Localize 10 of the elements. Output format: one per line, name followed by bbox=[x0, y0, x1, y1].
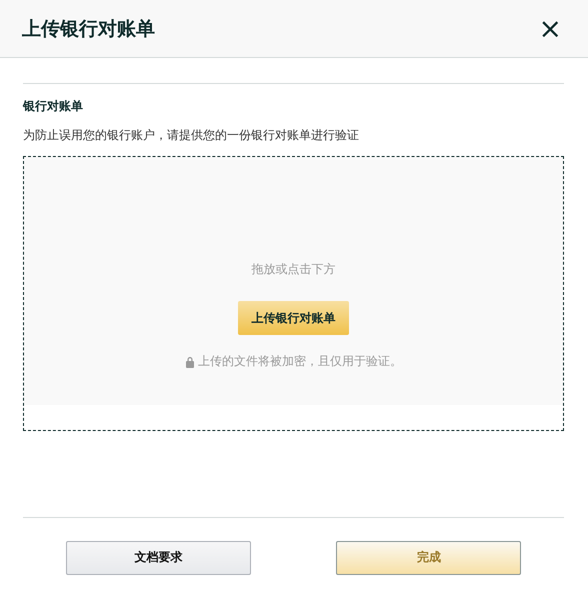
dialog-title: 上传银行对账单 bbox=[22, 16, 155, 42]
requirements-button[interactable]: 文档要求 bbox=[66, 540, 251, 574]
section-description: 为防止误用您的银行账户，请提供您的一份银行对账单进行验证 bbox=[23, 127, 360, 144]
encryption-note: 上传的文件将被加密，且仅用于验证。 bbox=[198, 353, 402, 370]
drop-hint: 拖放或点击下方 bbox=[252, 261, 336, 278]
dropzone[interactable]: 拖放或点击下方 上传银行对账单 上传的文件将被加密，且仅用于验证。 bbox=[23, 156, 564, 431]
upload-button[interactable]: 上传银行对账单 bbox=[238, 301, 349, 335]
lock-icon bbox=[185, 356, 195, 368]
close-button[interactable]: × bbox=[534, 14, 566, 42]
section-title: 银行对账单 bbox=[23, 98, 84, 115]
